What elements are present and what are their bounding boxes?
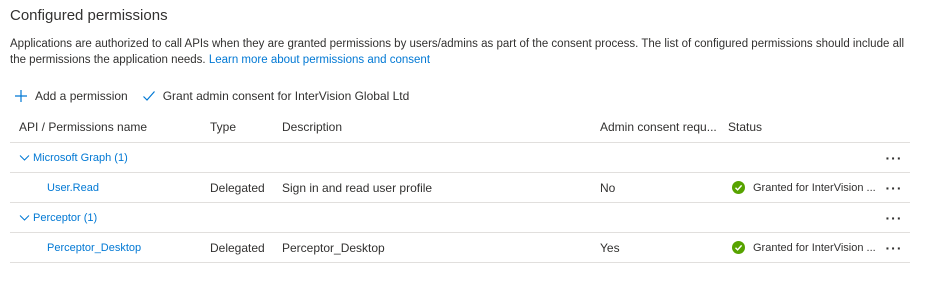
group-more-button[interactable]: ··· <box>882 143 906 172</box>
more-ellipsis-icon: ··· <box>885 179 903 196</box>
row-more-button[interactable]: ··· <box>882 233 906 262</box>
group-name: Perceptor (1) <box>33 211 98 224</box>
group-toggle-microsoft-graph[interactable]: Microsoft Graph (1) <box>19 143 128 172</box>
column-header-status[interactable]: Status <box>728 112 762 142</box>
permission-description: Perceptor_Desktop <box>282 240 385 255</box>
section-title: Configured permissions <box>10 7 168 24</box>
permission-description: Sign in and read user profile <box>282 180 433 195</box>
section-description: Applications are authorized to call APIs… <box>10 36 915 68</box>
permission-name-link[interactable]: User.Read <box>47 173 99 202</box>
status-text: Granted for InterVision ... <box>753 241 876 254</box>
column-header-description[interactable]: Description <box>282 112 342 142</box>
column-header-admin-consent[interactable]: Admin consent requ... <box>600 112 717 142</box>
chevron-down-icon <box>19 215 30 221</box>
command-bar: Add a permission Grant admin consent for… <box>14 87 423 105</box>
add-permission-button[interactable]: Add a permission <box>14 89 128 103</box>
admin-consent-required: No <box>600 180 616 195</box>
success-check-circle-icon <box>732 241 745 254</box>
group-more-button[interactable]: ··· <box>882 203 906 232</box>
grant-admin-consent-label: Grant admin consent for InterVision Glob… <box>162 89 410 103</box>
group-name: Microsoft Graph (1) <box>33 151 128 164</box>
permission-status: Granted for InterVision ... <box>728 233 876 262</box>
column-header-api[interactable]: API / Permissions name <box>19 112 147 142</box>
permission-type: Delegated <box>210 240 265 255</box>
group-row-microsoft-graph: Microsoft Graph (1) ··· <box>10 143 910 173</box>
permission-name-link[interactable]: Perceptor_Desktop <box>47 233 141 262</box>
description-text: Applications are authorized to call APIs… <box>10 38 905 66</box>
grant-admin-consent-button[interactable]: Grant admin consent for InterVision Glob… <box>142 89 410 103</box>
more-ellipsis-icon: ··· <box>885 149 903 166</box>
row-more-button[interactable]: ··· <box>882 173 906 202</box>
status-text: Granted for InterVision ... <box>753 181 876 194</box>
success-check-circle-icon <box>732 181 745 194</box>
table-row-perceptor-desktop: Perceptor_Desktop Delegated Perceptor_De… <box>10 233 910 263</box>
admin-consent-required: Yes <box>600 240 620 255</box>
more-ellipsis-icon: ··· <box>885 239 903 256</box>
more-ellipsis-icon: ··· <box>885 209 903 226</box>
add-permission-label: Add a permission <box>35 89 128 103</box>
table-row-user-read: User.Read Delegated Sign in and read use… <box>10 173 910 203</box>
checkmark-icon <box>142 91 155 101</box>
permissions-table: API / Permissions name Type Description … <box>10 112 910 263</box>
learn-more-link[interactable]: Learn more about permissions and consent <box>209 54 430 66</box>
group-toggle-perceptor[interactable]: Perceptor (1) <box>19 203 97 232</box>
chevron-down-icon <box>19 155 30 161</box>
permission-status: Granted for InterVision ... <box>728 173 876 202</box>
plus-icon <box>15 90 27 102</box>
column-header-type[interactable]: Type <box>210 112 236 142</box>
permission-type: Delegated <box>210 180 265 195</box>
group-row-perceptor: Perceptor (1) ··· <box>10 203 910 233</box>
table-header-row: API / Permissions name Type Description … <box>10 112 910 143</box>
